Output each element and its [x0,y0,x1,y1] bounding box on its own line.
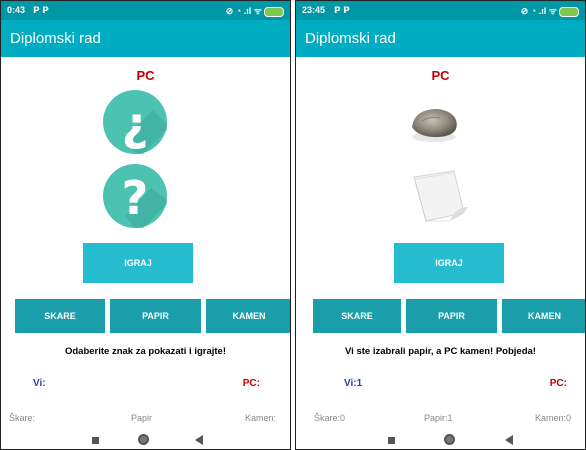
home-icon[interactable] [138,434,149,445]
pc-score-label: PC: [549,378,567,389]
phone-screen-left: 0:43 𝗣 𝗣 ⊘ ◔ .ıl ᯤ Diplomski rad PC ¿ ? … [0,0,291,450]
back-icon[interactable] [505,435,513,445]
app-bar: Diplomski rad [1,20,290,57]
your-choice-question-icon: ? [103,164,167,228]
paper-button[interactable]: PAPIR [406,299,497,333]
battery-icon [264,6,284,17]
home-icon[interactable] [444,434,455,445]
scissors-button[interactable]: SKARE [15,299,105,333]
phone-screen-right: 23:45 𝗣 𝗣 ⊘ ◔ .ıl ᯤ Diplomski rad PC IGR… [295,0,586,450]
your-choice-paper-image [410,167,470,225]
rock-stat: Kamen: [244,413,276,423]
pc-choice-question-spanish-icon: ¿ [103,90,167,154]
app-bar: Diplomski rad [296,20,585,57]
status-bar: 0:43 𝗣 𝗣 ⊘ ◔ .ıl ᯤ [1,1,290,20]
signal-wifi-icons: ⊘ ◔ .ıl ᯤ [225,6,262,16]
navigation-bar [296,430,585,449]
scissors-stat: Škare:0 [314,413,346,423]
scissors-stat: Škare: [9,413,36,423]
status-system-icons: ⊘ ◔ .ıl ᯤ [521,4,579,17]
svg-text:¿: ¿ [122,97,149,151]
paper-stat: Papir [131,413,153,423]
status-app-icons: 𝗣 𝗣 [33,5,49,15]
status-time: 23:45 [302,5,326,15]
rock-button[interactable]: KAMEN [502,299,585,333]
your-score-label: Vi: [33,378,46,389]
play-button[interactable]: IGRAJ [394,243,504,283]
recents-icon[interactable] [92,437,99,444]
status-bar: 23:45 𝗣 𝗣 ⊘ ◔ .ıl ᯤ [296,1,585,20]
recents-icon[interactable] [388,437,395,444]
game-message: Odaberite znak za pokazati i igrajte! [64,346,227,357]
scissors-button[interactable]: SKARE [313,299,401,333]
play-button[interactable]: IGRAJ [83,243,193,283]
game-message: Vi ste izabrali papir, a PC kamen! Pobje… [345,346,536,357]
pc-label: PC [431,68,450,83]
paper-button[interactable]: PAPIR [110,299,201,333]
navigation-bar [1,430,290,449]
pc-choice-rock-image [406,99,462,145]
battery-icon [559,6,579,17]
status-system-icons: ⊘ ◔ .ıl ᯤ [226,4,284,17]
status-time: 0:43 [7,5,26,15]
rock-stat: Kamen:0 [534,413,571,423]
status-app-icons: 𝗣 𝗣 [334,5,350,15]
app-title: Diplomski rad [10,30,101,47]
back-icon[interactable] [195,435,203,445]
paper-stat: Papir:1 [424,413,453,423]
rock-button[interactable]: KAMEN [206,299,290,333]
pc-score-label: PC: [242,378,260,389]
app-title: Diplomski rad [305,30,396,47]
svg-text:?: ? [122,171,149,225]
pc-label: PC [136,68,155,83]
signal-wifi-icons: ⊘ ◔ .ıl ᯤ [520,6,557,16]
your-score-label: Vi:1 [344,378,363,389]
